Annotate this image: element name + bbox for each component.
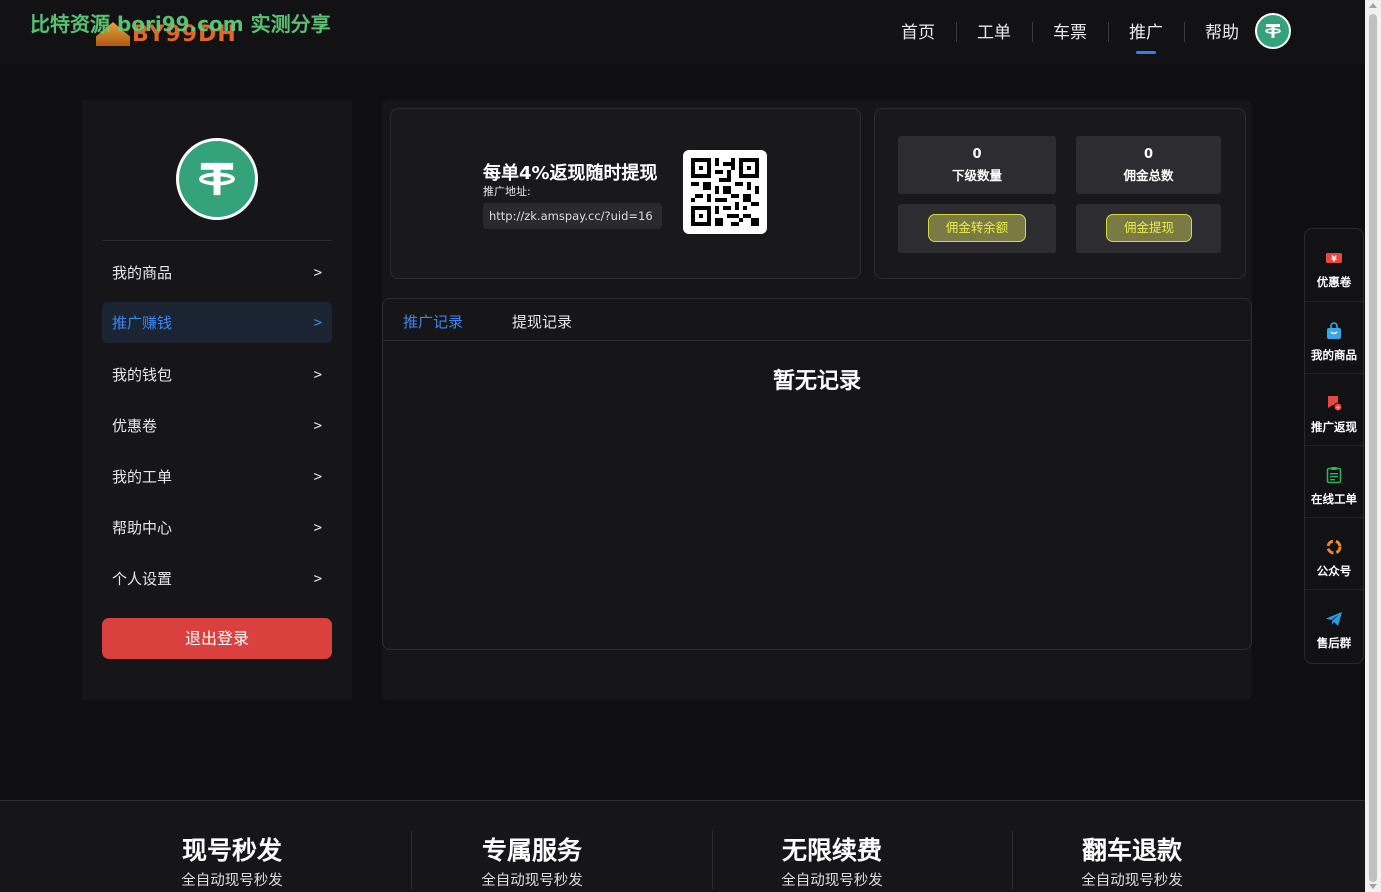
sidebar-item-label: 我的商品 [112, 264, 173, 282]
feature-subtitle: 全自动现号秒发 [481, 873, 583, 889]
float-item-label: 公众号 [1316, 564, 1352, 578]
wechat-icon [1326, 539, 1342, 555]
nav-promotion[interactable]: 推广 [1108, 0, 1184, 64]
feature-dedicated-service: 专属服务 全自动现号秒发 [382, 831, 682, 890]
sidebar-item-my-tickets[interactable]: 我的工单 > [102, 456, 332, 497]
feature-unlimited-renewal: 无限续费 全自动现号秒发 [682, 831, 982, 890]
nav-tickets[interactable]: 工单 [956, 0, 1032, 64]
scroll-thumb[interactable] [1369, 14, 1377, 882]
commission-total: 0 [1143, 147, 1154, 162]
float-item-online-ticket[interactable]: 在线工单 [1305, 445, 1363, 517]
chevron-right-icon: > [313, 519, 322, 536]
records-tabs: 推广记录 提现记录 [383, 299, 1251, 341]
qr-code-icon [691, 158, 759, 226]
page-scrollbar[interactable] [1365, 0, 1381, 892]
feature-title: 无限续费 [781, 836, 882, 865]
promo-url-field[interactable]: http://zk.amspay.cc/?uid=16 [483, 203, 662, 229]
sidebar-divider [102, 240, 332, 241]
chevron-right-icon: > [313, 314, 322, 331]
clipboard-icon [1326, 467, 1342, 484]
promo-address-label: 推广地址: [483, 185, 531, 198]
telegram-icon [1326, 612, 1342, 626]
records-panel: 推广记录 提现记录 暂无记录 [382, 298, 1252, 650]
tether-icon [199, 162, 235, 196]
logout-button[interactable]: 退出登录 [102, 618, 332, 659]
watermark-text: 比特资源 bori99.com 实测分享 [30, 12, 331, 36]
float-item-label: 我的商品 [1311, 348, 1357, 362]
floating-toolbar: ¥ 优惠卷 我的商品 + 推广返现 在线工单 公众号 售后群 [1304, 228, 1364, 664]
sidebar-item-label: 个人设置 [112, 570, 173, 588]
sidebar-item-wallet[interactable]: 我的钱包 > [102, 354, 332, 395]
float-item-label: 优惠卷 [1316, 275, 1352, 289]
withdraw-box: 佣金提现 [1076, 204, 1221, 253]
chevron-right-icon: > [313, 417, 322, 434]
sidebar-item-coupons[interactable]: 优惠卷 > [102, 405, 332, 446]
feature-subtitle: 全自动现号秒发 [781, 873, 883, 889]
float-item-support-group[interactable]: 售后群 [1305, 589, 1363, 661]
feature-footer: 现号秒发 全自动现号秒发 专属服务 全自动现号秒发 无限续费 全自动现号秒发 翻… [0, 800, 1365, 892]
profile-avatar [176, 138, 258, 220]
commission-total-label: 佣金总数 [1123, 168, 1174, 183]
tab-promotion-records[interactable]: 推广记录 [403, 311, 463, 332]
float-item-official-account[interactable]: 公众号 [1305, 517, 1363, 589]
sidebar-item-settings[interactable]: 个人设置 > [102, 558, 332, 599]
top-header: BY99DH 比特资源 bori99.com 实测分享 首页 工单 车票 推广 … [0, 0, 1365, 64]
empty-state-text: 暂无记录 [772, 369, 861, 394]
withdraw-commission-button[interactable]: 佣金提现 [1106, 214, 1192, 242]
main-nav: 首页 工单 车票 推广 帮助 [880, 0, 1260, 64]
sidebar-item-label: 我的工单 [112, 468, 173, 486]
float-item-coupons[interactable]: ¥ 优惠卷 [1305, 229, 1363, 301]
float-item-label: 售后群 [1316, 636, 1352, 650]
subordinate-count-box: 0 下级数量 [898, 136, 1056, 194]
sidebar-item-label: 推广赚钱 [112, 314, 173, 332]
scroll-up-arrow-icon[interactable] [1369, 3, 1377, 8]
feature-title: 现号秒发 [181, 836, 282, 865]
feature-subtitle: 全自动现号秒发 [181, 873, 283, 889]
chevron-right-icon: > [313, 468, 322, 485]
feature-title: 翻车退款 [1081, 836, 1182, 865]
transfer-box: 佣金转余额 [898, 204, 1056, 253]
nav-train-tickets[interactable]: 车票 [1032, 0, 1108, 64]
promo-title: 每单4%返现随时提现 [483, 163, 658, 184]
sidebar-item-label: 优惠卷 [112, 417, 158, 435]
svg-text:¥: ¥ [1331, 255, 1337, 264]
sidebar-item-label: 我的钱包 [112, 366, 173, 384]
subordinate-count-label: 下级数量 [951, 168, 1002, 183]
float-item-label: 推广返现 [1311, 420, 1357, 434]
bag-icon [1327, 322, 1341, 339]
feature-title: 专属服务 [481, 836, 582, 865]
chevron-right-icon: > [313, 366, 322, 383]
subordinate-count: 0 [972, 147, 982, 162]
sidebar-item-label: 帮助中心 [112, 519, 173, 537]
main-panel: 每单4%返现随时提现 推广地址: http://zk.amspay.cc/?ui… [382, 100, 1252, 700]
commission-stats-card: 0 下级数量 0 佣金总数 佣金转余额 佣金提现 [874, 108, 1246, 279]
float-item-my-products[interactable]: 我的商品 [1305, 301, 1363, 373]
chevron-right-icon: > [313, 264, 322, 281]
promo-card: 每单4%返现随时提现 推广地址: http://zk.amspay.cc/?ui… [390, 108, 861, 279]
scroll-down-arrow-icon[interactable] [1369, 884, 1377, 889]
sidebar-item-promotion[interactable]: 推广赚钱 > [102, 302, 332, 343]
coupon-icon: ¥ [1326, 253, 1342, 264]
chevron-right-icon: > [313, 570, 322, 587]
nav-home[interactable]: 首页 [880, 0, 956, 64]
feature-subtitle: 全自动现号秒发 [1081, 873, 1183, 889]
svg-text:+: + [1335, 405, 1340, 412]
float-item-promo-cashback[interactable]: + 推广返现 [1305, 373, 1363, 445]
sidebar: 我的商品 > 推广赚钱 > 我的钱包 > 优惠卷 > 我的工单 > 帮助中心 >… [82, 100, 352, 700]
nav-help[interactable]: 帮助 [1184, 0, 1260, 64]
tether-icon [1265, 24, 1281, 38]
sidebar-item-my-products[interactable]: 我的商品 > [102, 252, 332, 293]
gift-icon: + [1328, 396, 1343, 412]
float-item-label: 在线工单 [1311, 492, 1357, 506]
commission-total-box: 0 佣金总数 [1076, 136, 1221, 194]
user-avatar[interactable] [1255, 13, 1291, 49]
tab-withdraw-records[interactable]: 提现记录 [512, 311, 572, 332]
feature-refund: 翻车退款 全自动现号秒发 [982, 831, 1282, 890]
transfer-to-balance-button[interactable]: 佣金转余额 [928, 214, 1026, 242]
sidebar-item-help-center[interactable]: 帮助中心 > [102, 507, 332, 548]
feature-instant-delivery: 现号秒发 全自动现号秒发 [82, 831, 382, 890]
qr-code [683, 150, 767, 234]
